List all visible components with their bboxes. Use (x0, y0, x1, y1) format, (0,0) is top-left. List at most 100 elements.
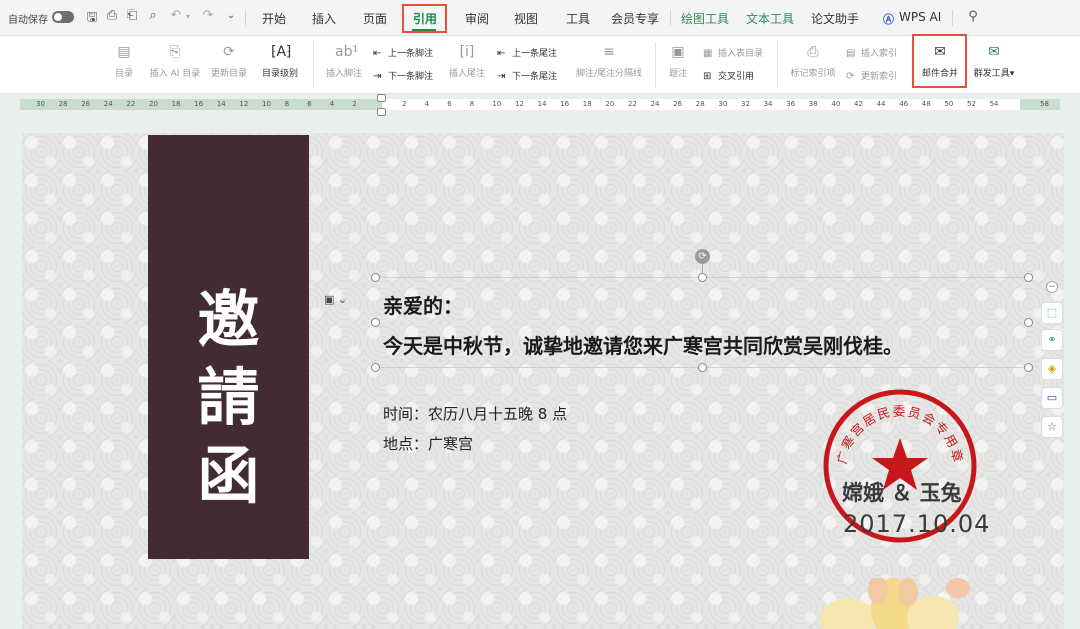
ruler-number: 4 (329, 100, 335, 108)
resize-handle[interactable] (371, 273, 380, 282)
export-pdf-icon[interactable]: ⎙ (104, 8, 120, 23)
tab-thesis-assistant[interactable]: 论文助手 (811, 10, 859, 27)
tab-review[interactable]: 审阅 (465, 10, 489, 27)
search-icon[interactable]: ⚲ (965, 9, 981, 24)
event-place[interactable]: 地点：广寒宫 (383, 433, 473, 454)
undo-dropdown-icon[interactable]: ▾ (180, 12, 196, 21)
update-toc-label: 更新目录 (210, 69, 247, 79)
print-preview-icon[interactable]: ⌕ (145, 8, 161, 23)
tab-drawing-tools[interactable]: 绘图工具 (681, 10, 729, 27)
refresh-icon: ⟳ (223, 44, 235, 60)
mark-citation-button[interactable]: ⎙ 标记索引项 (787, 44, 839, 79)
ruler-number: 26 (673, 100, 683, 108)
ai-toc-button[interactable]: ⎘ 插入 AI 目录 (146, 44, 204, 79)
mass-send-button[interactable]: ✉ 群发工具▾ (969, 44, 1019, 79)
table-icon: ▦ (703, 48, 713, 59)
insert-index-button[interactable]: ▤ 插入索引 (846, 46, 897, 59)
tab-member[interactable]: 会员专享 (611, 10, 659, 27)
ruler-number: 38 (808, 100, 818, 108)
rotate-icon[interactable]: ⟳ (695, 249, 710, 264)
tab-home[interactable]: 开始 (262, 10, 286, 27)
lotus-flower-image[interactable] (808, 578, 978, 629)
ruler-number: 8 (284, 100, 290, 108)
update-index-label: 更新索引 (861, 72, 898, 82)
next-footnote-button[interactable]: ⇥ 下一条脚注 (373, 69, 433, 82)
ruler-number: 22 (628, 100, 637, 108)
layout-options-icon[interactable]: ▣ ⌄ (324, 293, 347, 306)
note-separator-label: 脚注/尾注分隔线 (575, 69, 643, 79)
ai-toc-label: 插入 AI 目录 (149, 69, 201, 79)
greeting-text[interactable]: 亲爱的： (383, 290, 463, 319)
insert-table-of-figures-button[interactable]: ▦ 插入表目录 (703, 46, 763, 59)
wps-ai-icon[interactable]: Ⓐ (883, 11, 894, 27)
resize-handle[interactable] (371, 363, 380, 372)
update-toc-button[interactable]: ⟳ 更新目录 (208, 44, 250, 79)
tab-view[interactable]: 视图 (514, 10, 538, 27)
tab-wps-ai[interactable]: WPS AI (899, 10, 941, 24)
ruler-number: 20 (605, 100, 615, 108)
chart-icon[interactable]: ⬚ (1041, 302, 1063, 324)
invitation-body[interactable]: 今天是中秋节，诚挚地邀请您来广寒宫共同欣赏吴刚伐桂。 (383, 330, 903, 359)
ruler-number: 30 (718, 100, 728, 108)
chevron-down-icon[interactable]: ⌄ (223, 10, 239, 21)
divider (655, 42, 656, 88)
indent-marker[interactable] (377, 108, 386, 116)
prev-endnote-button[interactable]: ⇤ 上一条尾注 (497, 46, 557, 59)
ruler-number: 2 (402, 100, 407, 108)
resize-handle[interactable] (1024, 363, 1033, 372)
tab-insert[interactable]: 插入 (312, 10, 336, 27)
tab-text-tools[interactable]: 文本工具 (746, 10, 794, 27)
cross-reference-icon: ⊞ (703, 71, 712, 82)
collapse-toolbar-icon[interactable]: − (1046, 281, 1058, 293)
ruler-number: 14 (216, 100, 226, 108)
ruler-number: 50 (944, 100, 954, 108)
toc-button[interactable]: ▤ 目录 (106, 44, 142, 79)
ruler-number: 40 (831, 100, 841, 108)
resize-handle[interactable] (1024, 318, 1033, 327)
save-icon[interactable]: 🖫 (84, 8, 100, 30)
resize-handle[interactable] (371, 318, 380, 327)
resize-handle[interactable] (698, 363, 707, 372)
prev-footnote-label: 上一条脚注 (388, 49, 434, 59)
next-endnote-button[interactable]: ⇥ 下一条尾注 (497, 69, 557, 82)
resize-handle[interactable] (1024, 273, 1033, 282)
prev-footnote-button[interactable]: ⇤ 上一条脚注 (373, 46, 433, 59)
note-separator-button[interactable]: ≡ 脚注/尾注分隔线 (571, 44, 647, 79)
horizontal-ruler[interactable]: 30 28 26 24 22 20 18 16 14 12 10 8 6 4 2 2 4 6 8 10 12 14 16 1… (0, 94, 1080, 116)
caption-button[interactable]: ▣ 题注 (664, 44, 692, 79)
caption-icon: ▣ (671, 44, 685, 60)
mark-citation-label: 标记索引项 (790, 69, 836, 79)
fill-icon[interactable]: ◈ (1041, 358, 1063, 380)
invitation-banner: 邀 請 函 (148, 135, 309, 559)
banner-char: 邀 (197, 283, 260, 356)
banner-char: 請 (197, 361, 260, 434)
print-icon[interactable]: ⎗ (124, 8, 140, 23)
insert-endnote-button[interactable]: [i] 插入尾注 (446, 44, 488, 79)
ruler-number: 12 (515, 100, 524, 108)
cross-reference-button[interactable]: ⊞ 交叉引用 (703, 69, 754, 82)
redo-icon[interactable]: ↷ (200, 8, 216, 23)
insert-footnote-label: 插入脚注 (325, 69, 362, 79)
prev-endnote-icon: ⇤ (497, 48, 506, 59)
ai-toc-icon: ⎘ (169, 44, 181, 60)
next-footnote-icon: ⇥ (373, 71, 382, 82)
signature-date[interactable]: 2017.10.04 (843, 510, 990, 538)
autosave-toggle[interactable] (52, 11, 74, 23)
event-time[interactable]: 时间：农历八月十五晚 8 点 (383, 403, 567, 424)
toc-level-button[interactable]: ⁅A⁆ 目录级别 (257, 44, 303, 79)
update-index-button[interactable]: ⟳ 更新索引 (846, 69, 897, 82)
border-icon[interactable]: ▭ (1041, 387, 1063, 409)
insert-footnote-button[interactable]: ab¹ 插入脚注 (323, 44, 365, 79)
tab-page[interactable]: 页面 (363, 10, 387, 27)
ruler-number: 28 (695, 100, 705, 108)
effects-icon[interactable]: ☆ (1041, 416, 1063, 438)
ruler-number: 44 (876, 100, 886, 108)
tab-tools[interactable]: 工具 (566, 10, 590, 27)
ruler-number: 52 (967, 100, 976, 108)
resize-handle[interactable] (698, 273, 707, 282)
indent-marker[interactable] (377, 94, 386, 102)
ruler-number: 18 (582, 100, 592, 108)
divider (313, 42, 314, 88)
signer-names[interactable]: 嫦娥 ＆ 玉兔 (842, 477, 962, 507)
link-icon[interactable]: ⚭ (1041, 329, 1063, 351)
